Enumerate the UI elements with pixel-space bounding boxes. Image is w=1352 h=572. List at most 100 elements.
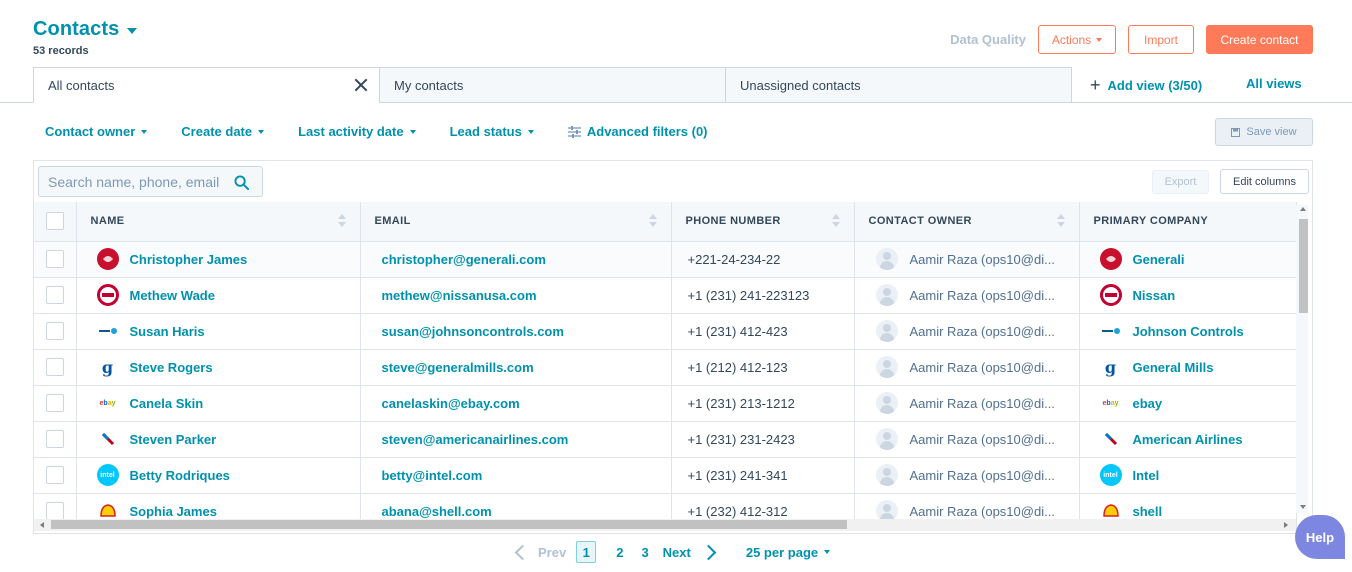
contact-name-link[interactable]: Canela Skin	[130, 396, 204, 411]
company-link[interactable]: Intel	[1133, 468, 1160, 483]
row-checkbox[interactable]	[45, 286, 64, 304]
page-3-button[interactable]: 3	[641, 545, 648, 560]
company-link[interactable]: shell	[1133, 504, 1163, 519]
row-checkbox[interactable]	[45, 394, 64, 412]
table-row[interactable]: Christopher James christopher@generali.c…	[34, 241, 1297, 278]
actions-button[interactable]: Actions	[1038, 25, 1116, 54]
chevron-right-icon	[700, 544, 717, 560]
company-link[interactable]: Nissan	[1133, 288, 1176, 303]
sort-icon[interactable]	[337, 214, 346, 228]
contact-name-link[interactable]: Sophia James	[130, 504, 217, 519]
create-contact-button[interactable]: Create contact	[1206, 25, 1313, 54]
email-link[interactable]: steve@generalmills.com	[382, 360, 534, 375]
row-checkbox[interactable]	[45, 322, 64, 340]
column-header-primary-company[interactable]: PRIMARY COMPANY	[1079, 202, 1297, 242]
company-link[interactable]: ebay	[1133, 396, 1163, 411]
filter-create-date[interactable]: Create date	[181, 124, 265, 139]
sort-icon[interactable]	[831, 214, 840, 228]
email-link[interactable]: betty@intel.com	[382, 468, 483, 483]
company-link[interactable]: Johnson Controls	[1133, 324, 1244, 339]
close-icon[interactable]	[353, 77, 369, 93]
column-header-email[interactable]: EMAIL	[360, 202, 672, 242]
column-header-name[interactable]: NAME	[76, 202, 361, 242]
company-logo-icon	[96, 320, 119, 342]
phone-number: +1 (212) 412-123	[687, 359, 788, 375]
advanced-filters-button[interactable]: Advanced filters (0)	[567, 124, 708, 139]
table-row[interactable]: intel Betty Rodriques betty@intel.com +1…	[34, 457, 1297, 494]
email-link[interactable]: susan@johnsoncontrols.com	[382, 324, 564, 339]
tab-all-contacts[interactable]: All contacts	[33, 67, 380, 103]
object-switcher[interactable]: Contacts	[33, 18, 138, 41]
scroll-left-arrow-icon[interactable]	[40, 522, 44, 528]
filter-lead-status[interactable]: Lead status	[450, 124, 534, 139]
row-checkbox[interactable]	[45, 358, 64, 376]
phone-cell: +1 (212) 412-123	[671, 349, 855, 386]
filter-last-activity-date[interactable]: Last activity date	[298, 124, 416, 139]
contact-name-link[interactable]: Methew Wade	[130, 288, 215, 303]
contact-name-link[interactable]: Betty Rodriques	[130, 468, 230, 483]
select-all-checkbox[interactable]	[45, 212, 64, 231]
column-header-contact-owner[interactable]: CONTACT OWNER	[854, 202, 1080, 242]
company-link[interactable]: General Mills	[1133, 360, 1214, 375]
save-view-button[interactable]: Save view	[1215, 118, 1313, 146]
avatar-icon	[875, 428, 898, 450]
per-page-dropdown[interactable]: 25 per page	[746, 545, 831, 560]
table-row[interactable]: ebay Canela Skin canelaskin@ebay.com +1 …	[34, 385, 1297, 422]
scroll-right-arrow-icon[interactable]	[1284, 522, 1288, 528]
email-link[interactable]: canelaskin@ebay.com	[382, 396, 520, 411]
sort-icon[interactable]	[1056, 214, 1065, 228]
sort-icon[interactable]	[648, 214, 657, 228]
table-row[interactable]: Susan Haris susan@johnsoncontrols.com +1…	[34, 313, 1297, 350]
company-link[interactable]: American Airlines	[1133, 432, 1243, 447]
avatar-icon	[875, 284, 898, 306]
vertical-scroll-thumb[interactable]	[1299, 219, 1308, 313]
export-button[interactable]: Export	[1152, 170, 1209, 194]
email-link[interactable]: abana@shell.com	[382, 504, 492, 519]
contact-name-group: Susan Haris	[91, 320, 360, 342]
table-row[interactable]: Steven Parker steven@americanairlines.co…	[34, 421, 1297, 458]
horizontal-scroll-thumb[interactable]	[51, 520, 847, 529]
email-link[interactable]: christopher@generali.com	[382, 252, 546, 267]
company-group: intel Intel	[1099, 464, 1296, 486]
row-select-cell	[34, 241, 77, 278]
add-view-button[interactable]: + Add view (3/50)	[1090, 76, 1202, 94]
page-header: Contacts 53 records	[33, 18, 138, 57]
scroll-down-arrow-icon[interactable]	[1300, 505, 1306, 509]
search-icon[interactable]	[234, 175, 249, 190]
row-checkbox[interactable]	[45, 250, 64, 268]
email-link[interactable]: methew@nissanusa.com	[382, 288, 537, 303]
company-cell: Generali	[1079, 241, 1297, 278]
contact-name-link[interactable]: Steven Parker	[130, 432, 217, 447]
save-icon	[1231, 127, 1241, 137]
table-row[interactable]: Methew Wade methew@nissanusa.com +1 (231…	[34, 277, 1297, 314]
help-button[interactable]: Help	[1295, 515, 1345, 559]
search-box[interactable]	[38, 166, 263, 197]
import-button[interactable]: Import	[1128, 25, 1194, 54]
tab-my-contacts[interactable]: My contacts	[379, 67, 726, 103]
company-link[interactable]: Generali	[1133, 252, 1185, 267]
edit-columns-button[interactable]: Edit columns	[1220, 169, 1309, 194]
all-views-link[interactable]: All views	[1246, 76, 1302, 91]
next-page-button[interactable]: Next	[663, 544, 718, 560]
table-row[interactable]: ɡ Steve Rogers steve@generalmills.com +1…	[34, 349, 1297, 386]
phone-cell: +1 (231) 213-1212	[671, 385, 855, 422]
contact-name-link[interactable]: Christopher James	[130, 252, 248, 267]
company-group: ebay ebay	[1099, 392, 1296, 414]
page-1-button[interactable]: 1	[576, 541, 597, 563]
column-header-phone[interactable]: PHONE NUMBER	[671, 202, 855, 242]
row-checkbox[interactable]	[45, 502, 64, 520]
row-checkbox[interactable]	[45, 430, 64, 448]
filter-contact-owner[interactable]: Contact owner	[45, 124, 148, 139]
contact-name-link[interactable]: Steve Rogers	[130, 360, 213, 375]
email-cell: susan@johnsoncontrols.com	[360, 313, 672, 350]
email-cell: steven@americanairlines.com	[360, 421, 672, 458]
tab-unassigned-contacts[interactable]: Unassigned contacts	[725, 67, 1072, 103]
prev-page-button[interactable]: Prev	[513, 544, 566, 560]
page-2-button[interactable]: 2	[616, 545, 623, 560]
search-input[interactable]	[48, 173, 223, 190]
data-quality-link[interactable]: Data Quality	[950, 32, 1026, 47]
scroll-up-arrow-icon[interactable]	[1300, 207, 1306, 211]
email-link[interactable]: steven@americanairlines.com	[382, 432, 569, 447]
row-checkbox[interactable]	[45, 466, 64, 484]
contact-name-link[interactable]: Susan Haris	[130, 324, 205, 339]
